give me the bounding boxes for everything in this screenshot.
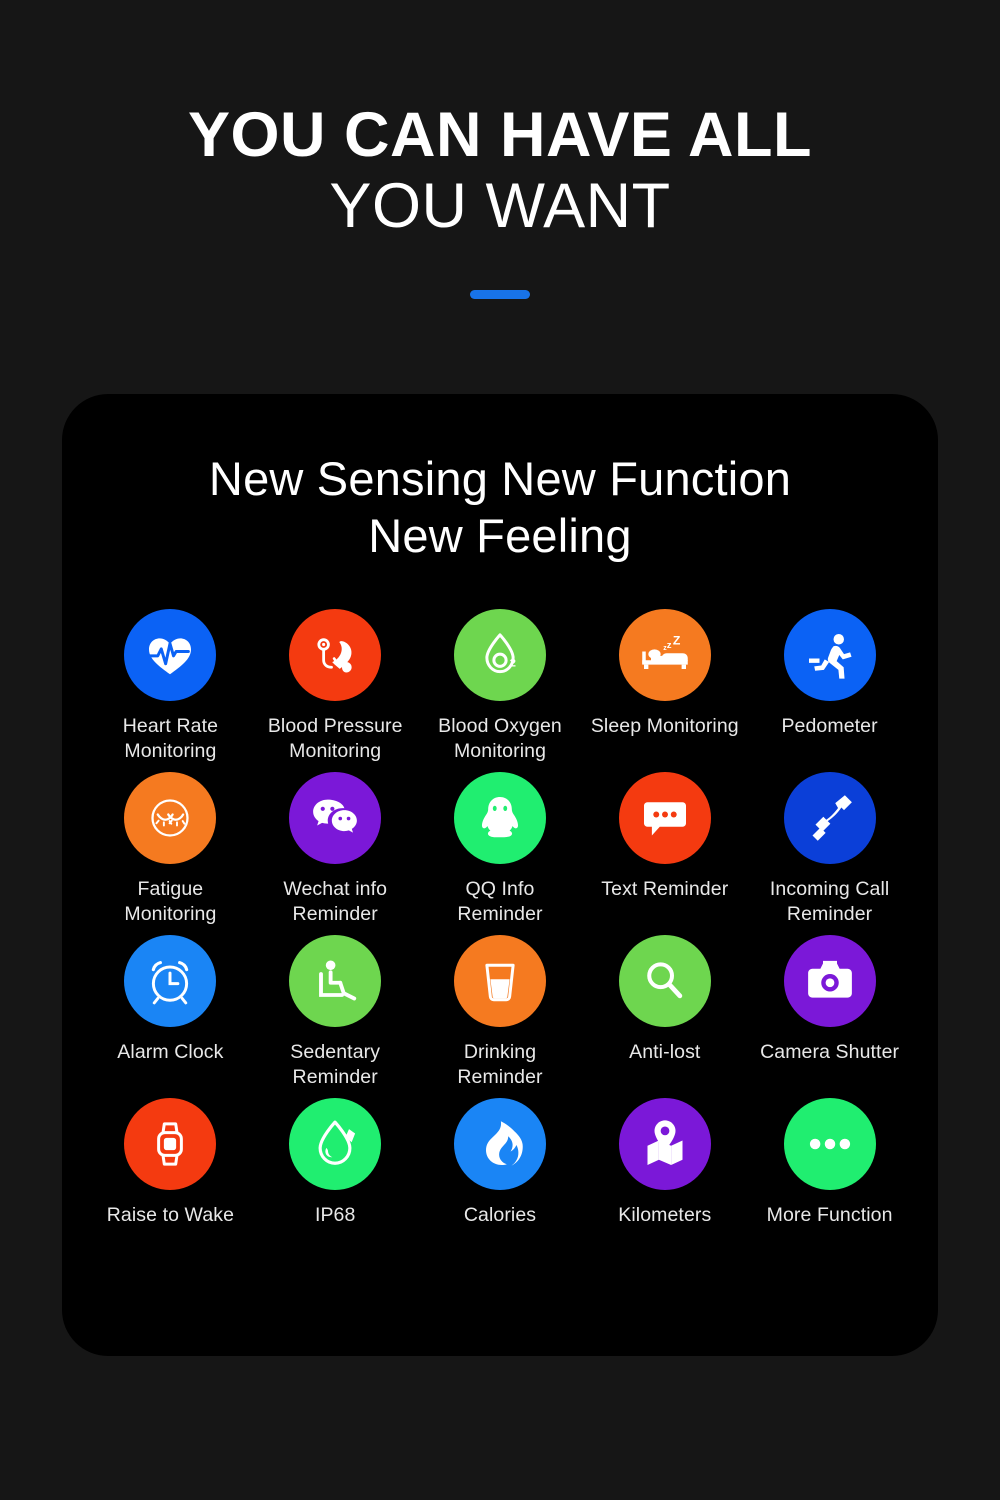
feature-tile[interactable]: Fatigue Monitoring [88, 771, 253, 927]
feature-tile[interactable]: Raise to Wake [88, 1097, 253, 1253]
feature-tile[interactable]: Sedentary Reminder [253, 934, 418, 1090]
qq-penguin-icon [453, 771, 546, 864]
feature-label: Calories [463, 1203, 537, 1226]
phone-handset-icon [783, 771, 876, 864]
feature-label: Pedometer [781, 714, 878, 737]
feature-tile[interactable]: More Function [747, 1097, 912, 1253]
feature-label: Camera Shutter [760, 1040, 900, 1063]
camera-icon [783, 934, 876, 1027]
headline-primary: YOU CAN HAVE ALL [187, 100, 812, 170]
svg-text:z: z [667, 640, 672, 651]
feature-label: Blood Oxygen Monitoring [438, 714, 562, 762]
feature-tile[interactable]: 2 Blood Oxygen Monitoring [418, 608, 583, 764]
feature-tile[interactable]: Blood Pressure Monitoring [253, 608, 418, 764]
accent-divider [470, 290, 530, 300]
closed-eye-face-icon [124, 771, 217, 864]
feature-label: Drinking Reminder [457, 1040, 543, 1088]
feature-tile[interactable]: Drinking Reminder [418, 934, 583, 1090]
card-title: New Sensing New Function New Feeling [88, 450, 912, 565]
blood-oxygen-icon: 2 [453, 608, 546, 701]
wechat-icon [289, 771, 382, 864]
feature-tile[interactable]: Incoming Call Reminder [747, 771, 912, 927]
map-pin-icon [618, 1097, 711, 1190]
feature-label: QQ Info Reminder [457, 877, 543, 925]
page-header: YOU CAN HAVE ALL YOU WANT [0, 0, 1000, 300]
feature-label: IP68 [314, 1203, 356, 1226]
feature-tile[interactable]: Heart Rate Monitoring [88, 608, 253, 764]
feature-tile[interactable]: z Zz Sleep Monitoring [582, 608, 747, 764]
feature-tile[interactable]: Calories [418, 1097, 583, 1253]
message-bubble-icon [618, 771, 711, 864]
feature-label: Sedentary Reminder [290, 1040, 381, 1088]
feature-tile[interactable]: Alarm Clock [88, 934, 253, 1090]
feature-label: Wechat info Reminder [283, 877, 388, 925]
feature-label: Raise to Wake [106, 1203, 235, 1226]
smartwatch-icon [124, 1097, 217, 1190]
water-drop-icon [289, 1097, 382, 1190]
card-title-line-1: New Sensing New Function [208, 452, 792, 505]
svg-text:Z: Z [673, 633, 681, 647]
feature-label: Kilometers [618, 1203, 712, 1226]
feature-tile[interactable]: Text Reminder [582, 771, 747, 927]
water-glass-icon [453, 934, 546, 1027]
feature-label: More Function [766, 1203, 893, 1226]
features-card: New Sensing New Function New Feeling Hea… [62, 394, 938, 1356]
feature-tile[interactable]: QQ Info Reminder [418, 771, 583, 927]
heart-pulse-icon [124, 608, 217, 701]
sitting-person-icon [289, 934, 382, 1027]
feature-tile[interactable]: Wechat info Reminder [253, 771, 418, 927]
feature-label: Sleep Monitoring [590, 714, 739, 737]
feature-label: Anti-lost [629, 1040, 701, 1063]
feature-tile[interactable]: Pedometer [747, 608, 912, 764]
feature-grid: Heart Rate Monitoring Blood Pressure Moni… [88, 608, 912, 1253]
flame-icon [453, 1097, 546, 1190]
sleep-bed-icon: zZz [618, 608, 711, 701]
feature-label: Alarm Clock [117, 1040, 224, 1063]
feature-label: Heart Rate Monitoring [122, 714, 219, 762]
feature-tile[interactable]: IP68 [253, 1097, 418, 1253]
feature-label: Fatigue Monitoring [124, 877, 217, 925]
svg-text:2: 2 [510, 657, 516, 669]
svg-text:z: z [663, 644, 667, 651]
feature-tile[interactable]: Anti-lost [582, 934, 747, 1090]
ellipsis-icon [783, 1097, 876, 1190]
alarm-clock-icon [124, 934, 217, 1027]
feature-label: Blood Pressure Monitoring [267, 714, 403, 762]
blood-pressure-icon [289, 608, 382, 701]
card-title-line-2: New Feeling [368, 509, 632, 563]
running-person-icon [783, 608, 876, 701]
magnifier-icon [618, 934, 711, 1027]
feature-tile[interactable]: Camera Shutter [747, 934, 912, 1090]
feature-label: Text Reminder [601, 877, 729, 900]
headline-secondary: YOU WANT [329, 171, 671, 241]
feature-label: Incoming Call Reminder [769, 877, 890, 925]
feature-tile[interactable]: Kilometers [582, 1097, 747, 1253]
